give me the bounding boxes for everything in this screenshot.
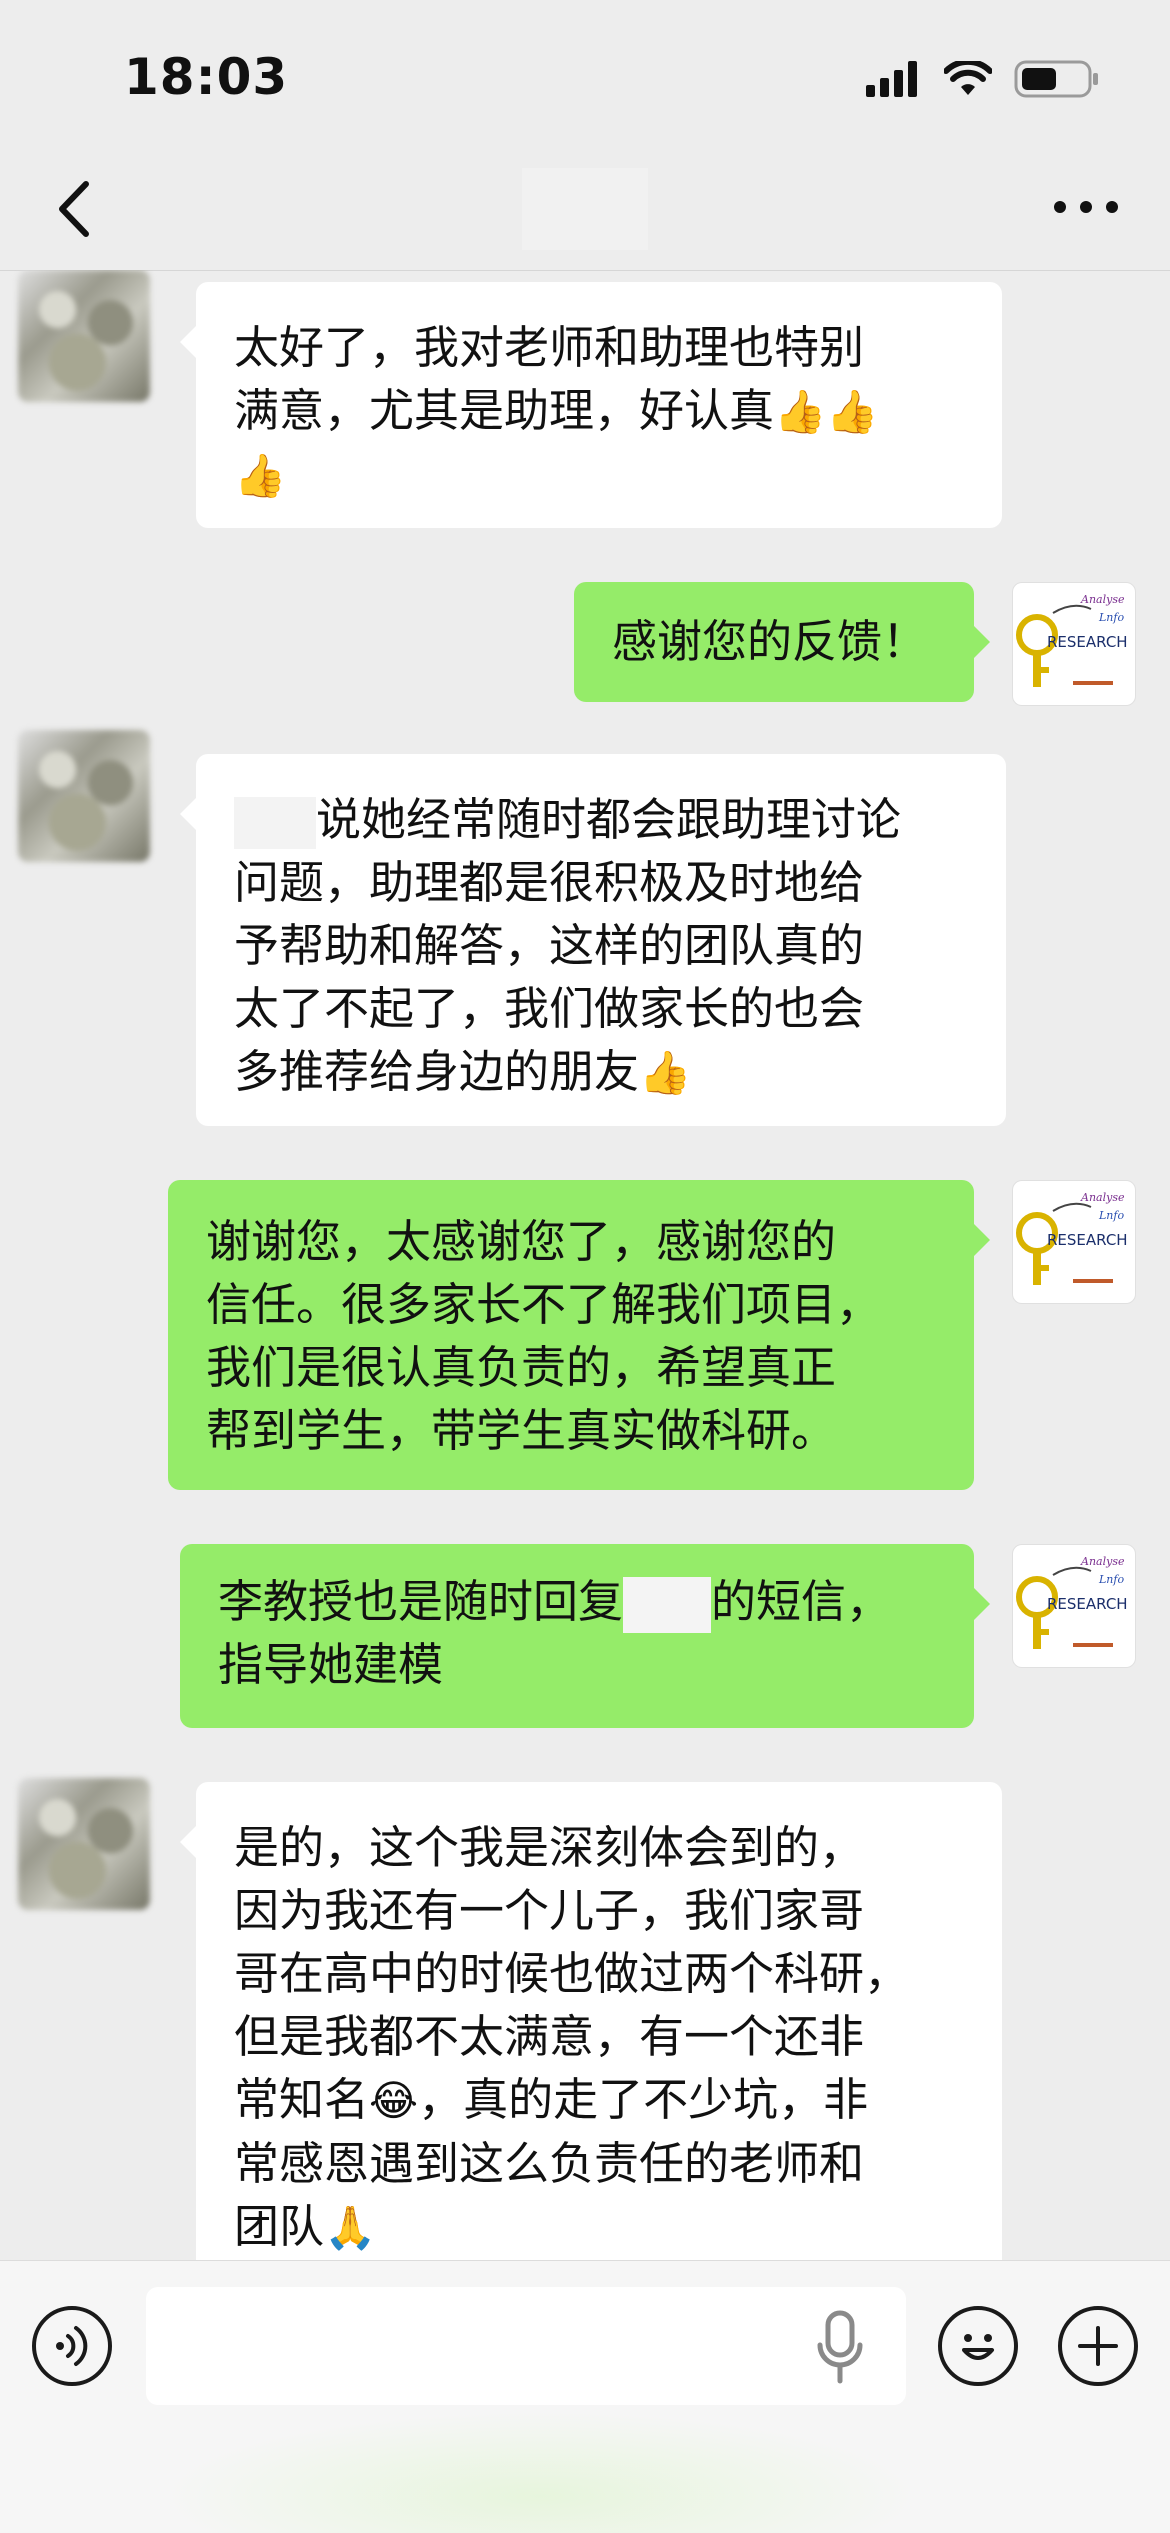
message-bubble-sent[interactable]: 感谢您的反馈！ [574, 582, 990, 702]
emoji-icon [962, 2334, 994, 2360]
message-line: 哥在高中的时候也做过两个科研， [234, 1947, 910, 2000]
message-text: 多推荐给身边的朋友 [234, 1045, 640, 1098]
voice-input-button[interactable] [32, 2306, 112, 2386]
my-avatar[interactable]: RESEARCH Analyse Lnfo [1012, 1544, 1136, 1668]
message-line: 多推荐给身边的朋友👍 [234, 1040, 968, 1104]
message-bubble-received[interactable]: 是的，这个我是深刻体会到的， 因为我还有一个儿子，我们家哥 哥在高中的时候也做过… [180, 1782, 1002, 2260]
research-magnifier-icon: RESEARCH Analyse Lnfo [1016, 1191, 1128, 1285]
thumbs-up-emoji-icon: 👍 [639, 1048, 692, 1097]
plus-icon [1078, 2326, 1118, 2366]
message-text: 常知名 [234, 2073, 370, 2126]
chat-title-redacted [522, 168, 648, 250]
contact-avatar[interactable] [18, 270, 150, 402]
message-text: 感谢您的反馈！ [612, 615, 928, 668]
message-text: 李教授也是随时回复 [218, 1575, 624, 1628]
message-line: 李教授也是随时回复 的短信， [218, 1570, 936, 1633]
message-bubble-received[interactable]: 太好了，我对老师和助理也特别 满意，尤其是助理，好认真👍👍 👍 [180, 282, 1002, 528]
message-text: ，真的走了不少坑，非 [418, 2073, 869, 2126]
avatar-label: RESEARCH [1047, 633, 1128, 651]
message-line: 常知名😂，真的走了不少坑，非 [234, 2068, 964, 2132]
wifi-icon [944, 61, 992, 95]
message-line: 问题，助理都是很积极及时地给 [234, 856, 865, 909]
message-bubble-sent[interactable]: 李教授也是随时回复 的短信， 指导她建模 [180, 1544, 990, 1728]
svg-text:RESEARCH: RESEARCH [1047, 1595, 1128, 1613]
more-functions-button[interactable] [1058, 2306, 1138, 2386]
message-input[interactable] [146, 2287, 906, 2405]
message-line: 说她经常随时都会跟助理讨论 [234, 788, 968, 851]
thumbs-up-emoji-icon: 👍 [234, 451, 287, 500]
message-line: 是的，这个我是深刻体会到的， [234, 1821, 865, 1874]
my-avatar[interactable]: RESEARCH Analyse Lnfo [1012, 1180, 1136, 1304]
message-line: 指导她建模 [218, 1638, 444, 1691]
message-line: 常感恩遇到这么负责任的老师和 [234, 2137, 865, 2190]
message-bubble-received[interactable]: 说她经常随时都会跟助理讨论 问题，助理都是很积极及时地给 予帮助和解答，这样的团… [180, 754, 1006, 1126]
message-line: 太了不起了，我们做家长的也会 [234, 982, 865, 1035]
svg-text:Analyse: Analyse [1080, 1555, 1125, 1568]
status-bar: 18:03 [0, 0, 1170, 150]
voice-input-icon [56, 2326, 88, 2366]
battery-icon [1014, 60, 1098, 98]
home-indicator-area [160, 2411, 920, 2533]
emoji-button[interactable] [938, 2306, 1018, 2386]
contact-avatar[interactable] [18, 730, 150, 862]
my-avatar[interactable]: RESEARCH Analyse Lnfo [1012, 582, 1136, 706]
status-icons [866, 54, 1100, 104]
message-line: 满意，尤其是助理，好认真👍👍 [234, 379, 964, 443]
input-bar [0, 2260, 1170, 2533]
chat-message-list[interactable]: 太好了，我对老师和助理也特别 满意，尤其是助理，好认真👍👍 👍 感谢您的反馈！ … [0, 270, 1170, 2260]
redacted-name [234, 797, 316, 849]
signal-icon [866, 61, 917, 97]
message-line: 因为我还有一个儿子，我们家哥 [234, 1884, 865, 1937]
message-text: 说她经常随时都会跟助理讨论 [316, 793, 902, 846]
chat-header [0, 150, 1170, 271]
svg-text:Lnfo: Lnfo [1098, 611, 1124, 624]
message-line: 但是我都不太满意，有一个还非 [234, 2010, 865, 2063]
svg-text:Analyse: Analyse [1080, 1191, 1125, 1204]
svg-text:Lnfo: Lnfo [1098, 1573, 1124, 1586]
message-text: 的短信， [711, 1575, 892, 1628]
message-line: 团队🙏 [234, 2195, 964, 2259]
redacted-name [623, 1577, 712, 1633]
message-line: 我们是很认真负责的，希望真正 [206, 1341, 837, 1394]
research-magnifier-icon: RESEARCH Analyse Lnfo [1016, 593, 1128, 687]
message-line: 帮到学生，带学生真实做科研。 [206, 1404, 837, 1457]
research-magnifier-icon: RESEARCH Analyse Lnfo [1016, 1555, 1128, 1649]
message-bubble-sent[interactable]: 谢谢您，太感谢您了，感谢您的 信任。很多家长不了解我们项目， 我们是很认真负责的… [168, 1180, 990, 1490]
status-time: 18:03 [124, 48, 289, 106]
microphone-icon[interactable] [812, 2307, 868, 2387]
chevron-left-icon[interactable] [44, 174, 114, 244]
contact-avatar[interactable] [18, 1778, 150, 1910]
more-horizontal-icon[interactable] [1046, 182, 1126, 232]
message-text: 团队 [234, 2200, 325, 2253]
svg-text:RESEARCH: RESEARCH [1047, 1231, 1128, 1249]
message-line: 信任。很多家长不了解我们项目， [206, 1278, 882, 1331]
svg-text:Analyse: Analyse [1080, 593, 1125, 606]
thumbs-up-emoji-icon: 👍👍 [774, 387, 879, 436]
praying-hands-emoji-icon: 🙏 [324, 2203, 377, 2252]
svg-text:Lnfo: Lnfo [1098, 1209, 1124, 1222]
message-line: 👍 [234, 443, 964, 507]
laughing-crying-emoji-icon: 😂 [369, 2076, 419, 2125]
message-line: 予帮助和解答，这样的团队真的 [234, 919, 865, 972]
message-text: 满意，尤其是助理，好认真 [234, 384, 775, 437]
message-line: 谢谢您，太感谢您了，感谢您的 [206, 1215, 837, 1268]
message-line: 太好了，我对老师和助理也特别 [234, 321, 865, 374]
